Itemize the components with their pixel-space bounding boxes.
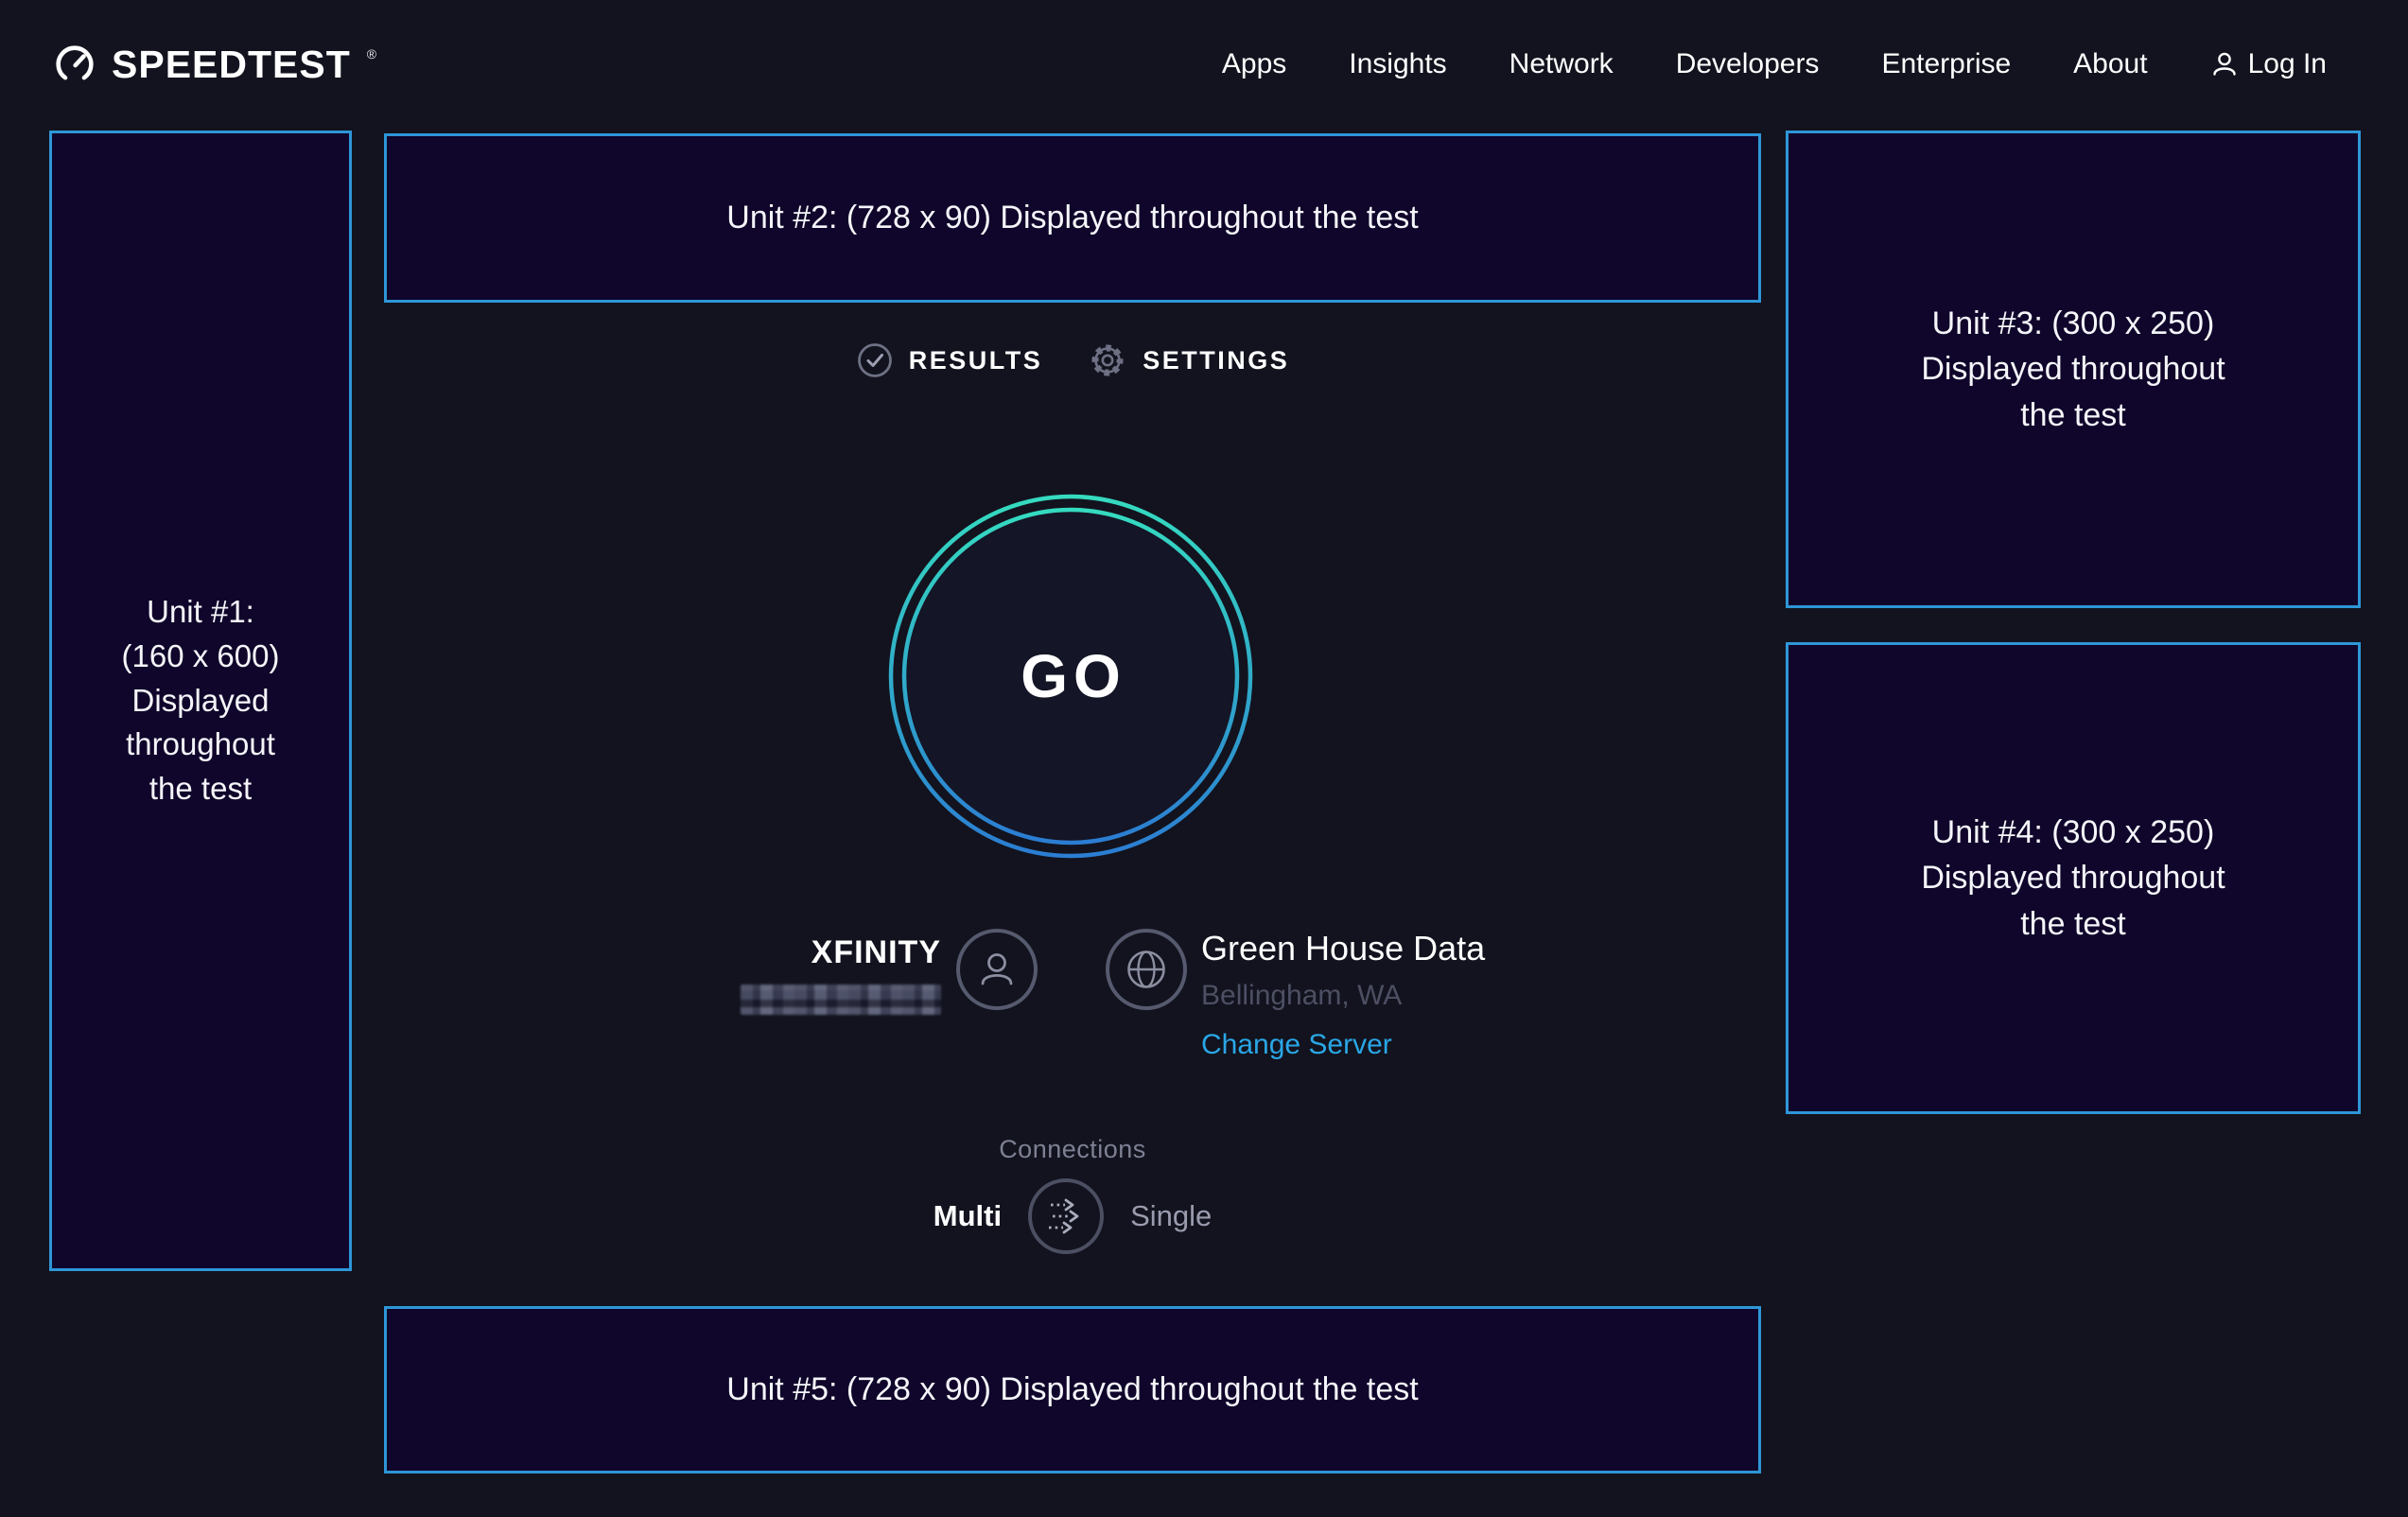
- connections-label: Connections: [384, 1135, 1761, 1164]
- tab-results-label: RESULTS: [909, 346, 1043, 375]
- server-name: Green House Data: [1201, 929, 1485, 968]
- go-button[interactable]: GO: [888, 494, 1253, 859]
- isp-name: XFINITY: [741, 934, 941, 971]
- login-button[interactable]: Log In: [2210, 48, 2327, 80]
- server-location: Bellingham, WA: [1201, 980, 1485, 1012]
- multi-arrows-icon[interactable]: [1028, 1178, 1104, 1254]
- gauge-icon: [52, 42, 97, 87]
- main-nav: Apps Insights Network Developers Enterpr…: [1222, 48, 2327, 80]
- tab-settings-label: SETTINGS: [1143, 346, 1289, 375]
- toggle-option-single[interactable]: Single: [1130, 1199, 1212, 1233]
- gear-icon: [1088, 340, 1127, 380]
- ad-unit-5[interactable]: Unit #5: (728 x 90) Displayed throughout…: [384, 1306, 1761, 1473]
- ad-unit-3[interactable]: Unit #3: (300 x 250) Displayed throughou…: [1786, 131, 2361, 608]
- speedtest-logo[interactable]: SPEEDTEST ®: [52, 42, 376, 87]
- change-server-link[interactable]: Change Server: [1201, 1029, 1392, 1061]
- view-tabs: RESULTS SETTINGS: [384, 340, 1761, 380]
- logo-text: SPEEDTEST: [112, 43, 351, 87]
- ad-unit-1[interactable]: Unit #1: (160 x 600) Displayed throughou…: [49, 131, 352, 1271]
- login-label: Log In: [2248, 48, 2327, 80]
- nav-item-insights[interactable]: Insights: [1349, 48, 1446, 80]
- nav-item-developers[interactable]: Developers: [1676, 48, 1820, 80]
- go-label: GO: [888, 494, 1253, 859]
- nav-item-enterprise[interactable]: Enterprise: [1881, 48, 2011, 80]
- logo-trademark: ®: [367, 46, 376, 61]
- ad-unit-2[interactable]: Unit #2: (728 x 90) Displayed throughout…: [384, 133, 1761, 303]
- tab-results[interactable]: RESULTS: [856, 341, 1043, 379]
- speedtest-page: SPEEDTEST ® Apps Insights Network Develo…: [0, 0, 2408, 1517]
- server-globe-icon: [1106, 929, 1187, 1010]
- connection-info: XFINITY Green House Data Bellingham, WA …: [384, 929, 1761, 1099]
- check-circle-icon: [856, 341, 894, 379]
- server-block: Green House Data Bellingham, WA Change S…: [1201, 929, 1485, 1061]
- nav-item-network[interactable]: Network: [1509, 48, 1614, 80]
- top-nav-bar: SPEEDTEST ® Apps Insights Network Develo…: [0, 0, 2408, 129]
- ad-unit-4[interactable]: Unit #4: (300 x 250) Displayed throughou…: [1786, 642, 2361, 1114]
- ip-address-redacted: [741, 985, 941, 1015]
- nav-item-about[interactable]: About: [2073, 48, 2147, 80]
- person-icon: [2210, 50, 2239, 78]
- isp-block: XFINITY: [741, 934, 941, 1015]
- isp-person-icon: [956, 929, 1038, 1010]
- tab-settings[interactable]: SETTINGS: [1088, 340, 1289, 380]
- nav-item-apps[interactable]: Apps: [1222, 48, 1286, 80]
- toggle-option-multi[interactable]: Multi: [934, 1199, 1002, 1233]
- connections-toggle: Multi Single: [384, 1178, 1761, 1254]
